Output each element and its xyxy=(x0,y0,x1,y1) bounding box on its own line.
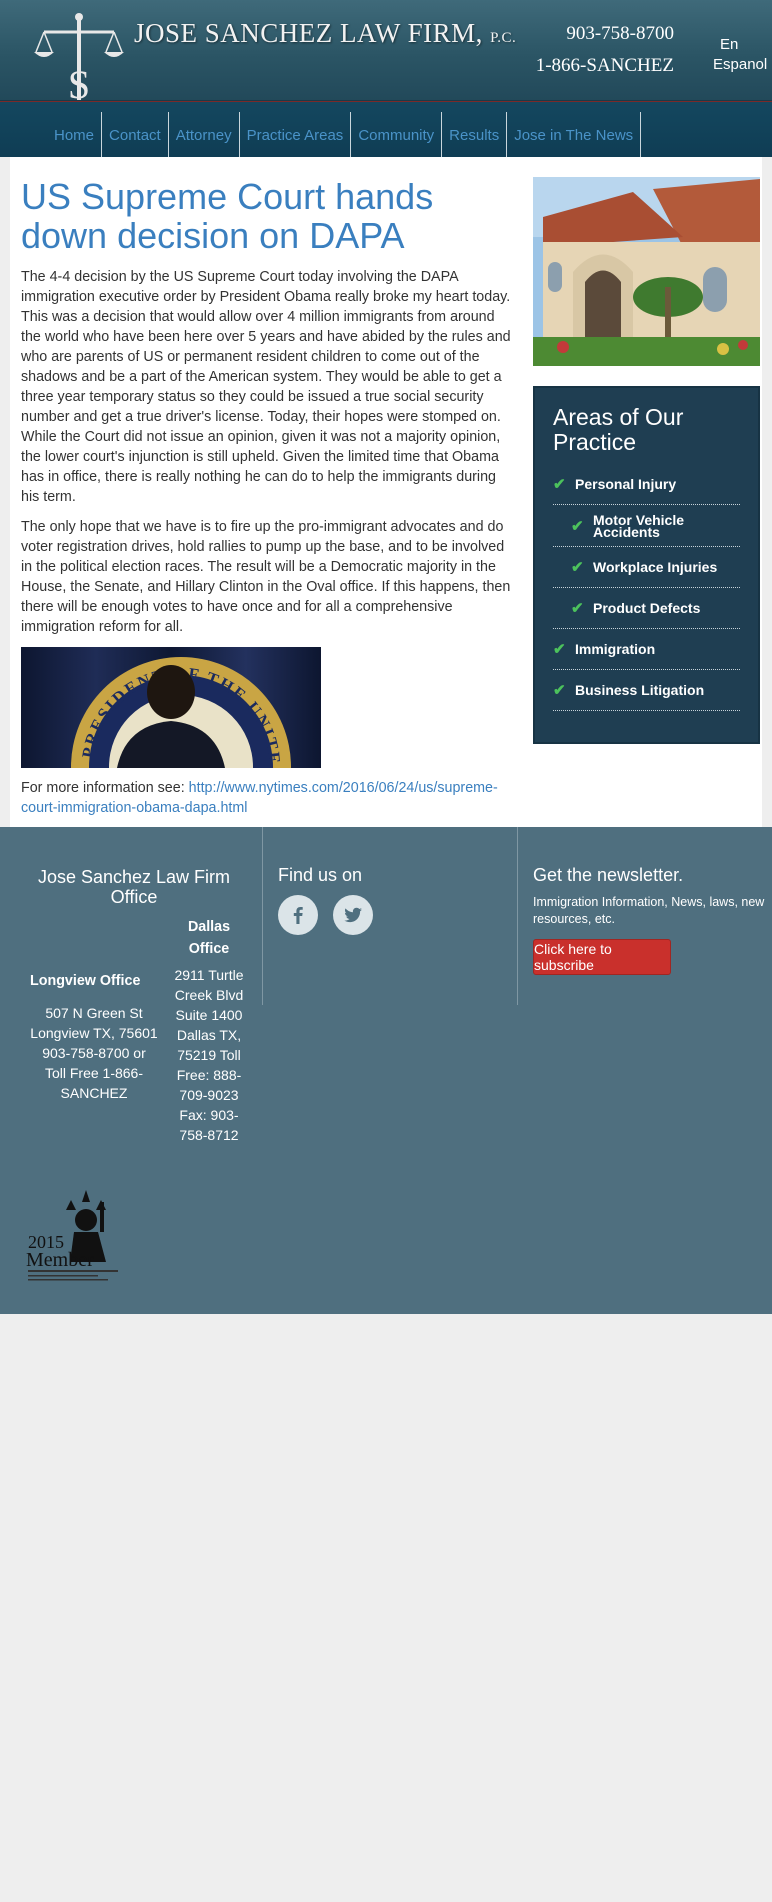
firm-name-text: JOSE SANCHEZ LAW FIRM xyxy=(134,18,476,48)
obama-presidential-seal-image: PRESIDENT OF THE UNITED xyxy=(21,647,321,768)
practice-areas-panel: Areas of Our Practice ✔ Personal Injury ✔… xyxy=(533,386,760,744)
nav-community[interactable]: Community xyxy=(351,112,443,158)
checkmark-icon: ✔ xyxy=(553,476,566,493)
practice-area-motor-vehicle-accidents[interactable]: ✔ Motor Vehicle Accidents xyxy=(553,505,740,547)
nav-results[interactable]: Results xyxy=(442,112,508,158)
firm-suffix: P.C. xyxy=(490,30,517,46)
article: US Supreme Court hands down decision on … xyxy=(21,177,511,818)
footer-divider xyxy=(517,827,518,1005)
svg-text:S: S xyxy=(68,62,90,104)
longview-office-title: Longview Office xyxy=(30,973,141,989)
practice-area-business-litigation[interactable]: ✔ Business Litigation xyxy=(553,670,740,711)
nav-contact[interactable]: Contact xyxy=(102,112,169,158)
twitter-icon[interactable] xyxy=(333,895,373,935)
practice-area-workplace-injuries[interactable]: ✔ Workplace Injuries xyxy=(553,547,740,588)
article-paragraph: The only hope that we have is to fire up… xyxy=(21,519,511,635)
footer-divider xyxy=(262,827,263,1005)
scales-of-justice-logo-icon[interactable]: S xyxy=(34,12,124,104)
practice-area-personal-injury[interactable]: ✔ Personal Injury xyxy=(553,464,740,505)
phone-tollfree[interactable]: 1-866-SANCHEZ xyxy=(536,55,674,77)
checkmark-icon: ✔ xyxy=(553,641,566,658)
longview-office-address: 507 N Green St Longview TX, 75601 903-75… xyxy=(30,1005,158,1101)
more-info-label: For more information see: xyxy=(21,780,189,796)
more-info: For more information see: http://www.nyt… xyxy=(21,778,511,818)
checkmark-icon: ✔ xyxy=(571,559,584,576)
checkmark-icon: ✔ xyxy=(571,517,584,535)
main-content: US Supreme Court hands down decision on … xyxy=(10,157,762,827)
checkmark-icon: ✔ xyxy=(553,682,566,699)
newsletter-heading: Get the newsletter. xyxy=(533,865,684,885)
main-navigation: Home Contact Attorney Practice Areas Com… xyxy=(0,102,772,158)
firm-name[interactable]: JOSE SANCHEZ LAW FIRM, P.C. xyxy=(134,18,516,49)
article-paragraph: The 4-4 decision by the US Supreme Court… xyxy=(21,269,511,505)
dallas-office-title: Dallas Office xyxy=(187,919,231,957)
dallas-office-address: 2911 Turtle Creek Blvd Suite 1400 Dallas… xyxy=(174,967,244,1143)
facebook-icon[interactable] xyxy=(278,895,318,935)
language-spanish-link[interactable]: Espanol xyxy=(713,56,767,73)
nav-jose-in-the-news[interactable]: Jose in The News xyxy=(507,112,642,158)
nav-home[interactable]: Home xyxy=(46,112,103,158)
find-us-heading: Find us on xyxy=(278,865,363,885)
subscribe-button[interactable]: Click here to subscribe xyxy=(533,939,671,975)
phone-local[interactable]: 903-758-8700 xyxy=(566,23,674,45)
statue-of-liberty-member-badge[interactable]: 2015 Member xyxy=(26,1180,131,1285)
nav-practice-areas[interactable]: Practice Areas xyxy=(240,112,352,158)
practice-areas-title: Areas of Our Practice xyxy=(553,404,684,455)
language-english-link[interactable]: En xyxy=(720,36,738,53)
practice-area-immigration[interactable]: ✔ Immigration xyxy=(553,629,740,670)
practice-area-product-defects[interactable]: ✔ Product Defects xyxy=(553,588,740,629)
checkmark-icon: ✔ xyxy=(571,600,584,617)
house-photo xyxy=(533,177,760,366)
badge-word: Member xyxy=(26,1249,94,1271)
article-title: US Supreme Court hands down decision on … xyxy=(21,176,434,256)
newsletter-description: Immigration Information, News, laws, new… xyxy=(533,895,765,926)
site-header: S JOSE SANCHEZ LAW FIRM, P.C. 903-758-87… xyxy=(0,0,772,104)
nav-attorney[interactable]: Attorney xyxy=(169,112,240,158)
office-heading: Jose Sanchez Law Firm Office xyxy=(37,867,231,907)
practice-areas-list: ✔ Personal Injury ✔ Motor Vehicle Accident… xyxy=(553,464,740,711)
site-footer: Jose Sanchez Law Firm Office Longview Of… xyxy=(0,827,772,1314)
